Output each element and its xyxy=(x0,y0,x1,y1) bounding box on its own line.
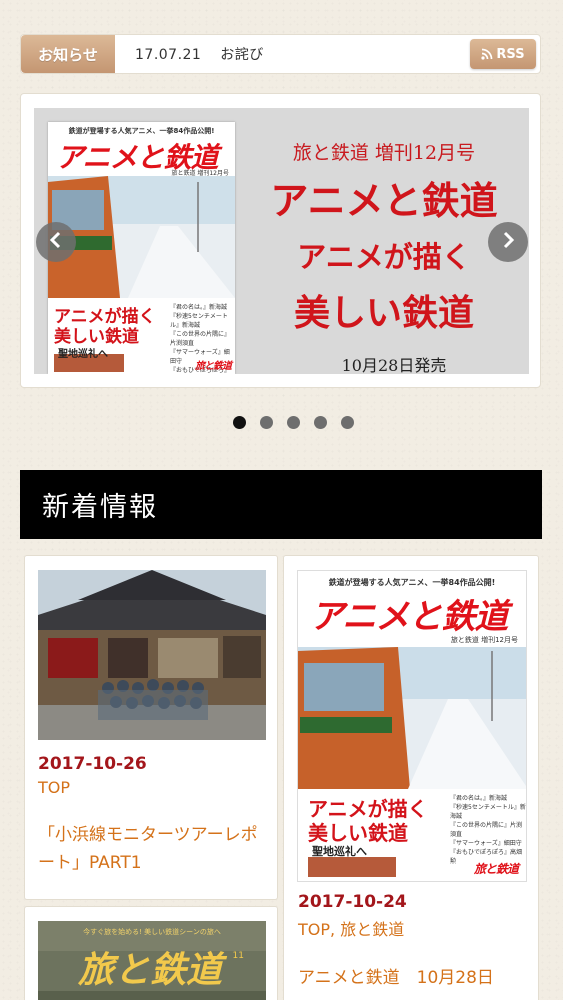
cover-works: 『君の名は。』新海誠 『秒速5センチメートル』新海誠 『この世界の片隅に』片渕須… xyxy=(450,795,526,865)
post-title[interactable]: アニメと鉄道 10月28日 xyxy=(298,964,528,992)
notice-bar: お知らせ 17.07.21 お詫び RSS xyxy=(20,34,541,74)
slider-dot-4[interactable] xyxy=(314,416,327,429)
hero-slider: 鉄道が登場する人気アニメ、一挙84作品公開! アニメと鉄道 旅と鉄道 増刊12月… xyxy=(20,93,541,388)
notice-date: 17.07.21 xyxy=(135,47,202,63)
notice-link[interactable]: 17.07.21 お詫び xyxy=(135,44,470,64)
slide-banner[interactable]: 鉄道が登場する人気アニメ、一挙84作品公開! アニメと鉄道 旅と鉄道 増刊12月… xyxy=(34,108,529,374)
cover-tagline: 鉄道が登場する人気アニメ、一挙84作品公開! xyxy=(68,127,215,135)
cover-headline-b: 美しい鉄道 xyxy=(308,821,408,845)
slide-line2: アニメが描く xyxy=(297,240,471,274)
cover-tagline: 今すぐ旅を始める! 美しい鉄道シーンの旅へ xyxy=(83,928,221,936)
slider-dot-3[interactable] xyxy=(287,416,300,429)
category-link-top[interactable]: TOP xyxy=(298,920,330,939)
notice-label: お知らせ xyxy=(21,35,115,73)
slider-dot-1[interactable] xyxy=(233,416,246,429)
slide-line3: 美しい鉄道 xyxy=(293,292,474,334)
notice-text: お詫び xyxy=(220,47,264,63)
category-link-tabitetsu[interactable]: 旅と鉄道 xyxy=(340,920,404,939)
slider-prev-button[interactable] xyxy=(36,222,76,262)
rss-label: RSS xyxy=(496,46,525,62)
cover-headline-b: 美しい鉄道 xyxy=(54,327,139,347)
post-date: 2017-10-24 xyxy=(298,892,407,912)
slider-next-button[interactable] xyxy=(488,222,528,262)
slide-subtitle: 旅と鉄道 増刊12月号 xyxy=(292,142,476,164)
category-link-top[interactable]: TOP xyxy=(38,778,70,797)
cover-pilgrimage: 聖地巡礼へ xyxy=(58,349,108,360)
slider-dots xyxy=(233,416,354,429)
section-title: 新着情報 xyxy=(20,470,542,539)
post-thumbnail[interactable]: 鉄道が登場する人気アニメ、一挙84作品公開! アニメと鉄道 旅と鉄道 増刊12月… xyxy=(297,570,527,882)
post-title[interactable]: 「小浜線モニターツアーレポート」PART1 xyxy=(38,821,268,877)
cover-logo: 旅と鉄道 xyxy=(78,950,223,991)
post-date: 2017-10-26 xyxy=(38,754,147,774)
cover-pilgrimage: 聖地巡礼へ xyxy=(312,845,367,858)
post-thumbnail[interactable]: 今すぐ旅を始める! 美しい鉄道シーンの旅へ 旅と鉄道 11 xyxy=(38,921,266,1000)
slide-title: アニメと鉄道 xyxy=(270,178,498,223)
rss-button[interactable]: RSS xyxy=(470,39,536,69)
slider-dot-5[interactable] xyxy=(341,416,354,429)
slider-dot-2[interactable] xyxy=(260,416,273,429)
cover-brand: 旅と鉄道 xyxy=(195,361,232,372)
post-card[interactable]: 鉄道が登場する人気アニメ、一挙84作品公開! アニメと鉄道 旅と鉄道 増刊12月… xyxy=(283,555,539,1000)
chevron-left-icon xyxy=(49,230,63,254)
slide-release-date: 10月28日発売 xyxy=(341,356,447,374)
slide-text: 旅と鉄道 増刊12月号 アニメと鉄道 アニメが描く 美しい鉄道 10月28日発売 xyxy=(239,108,529,374)
post-category: TOP, 旅と鉄道 xyxy=(298,920,405,939)
post-thumbnail[interactable] xyxy=(38,570,266,740)
chevron-right-icon xyxy=(501,230,515,254)
cover-issue: 11 xyxy=(232,951,244,961)
cover-edition: 旅と鉄道 増刊12月号 xyxy=(171,170,229,177)
post-category: TOP xyxy=(38,778,268,797)
cover-logo: アニメと鉄道 xyxy=(310,597,508,637)
post-card[interactable]: 今すぐ旅を始める! 美しい鉄道シーンの旅へ 旅と鉄道 11 xyxy=(24,906,278,1000)
cover-tagline: 鉄道が登場する人気アニメ、一挙84作品公開! xyxy=(328,578,496,587)
cover-edition: 旅と鉄道 増刊12月号 xyxy=(450,636,518,644)
cover-brand: 旅と鉄道 xyxy=(473,862,519,876)
book-cover: 鉄道が登場する人気アニメ、一挙84作品公開! アニメと鉄道 旅と鉄道 増刊12月… xyxy=(48,122,235,374)
rss-icon xyxy=(481,48,493,60)
post-card[interactable]: 2017-10-26 TOP 「小浜線モニターツアーレポート」PART1 xyxy=(24,555,278,900)
